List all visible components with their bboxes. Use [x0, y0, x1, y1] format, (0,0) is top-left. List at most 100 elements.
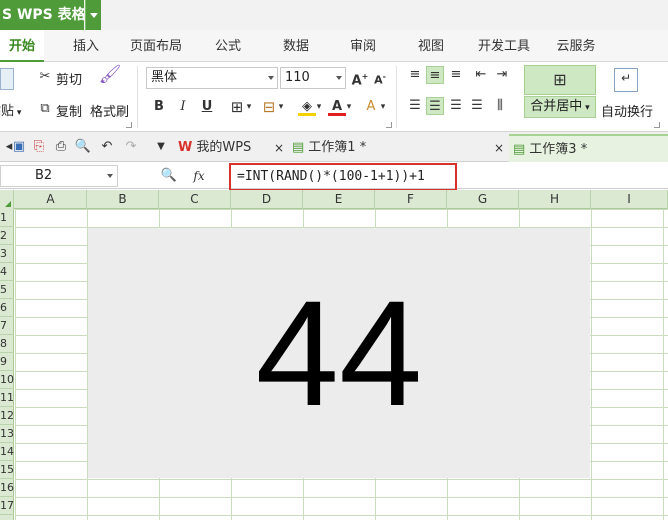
- save-icon[interactable]: ▣: [10, 138, 28, 156]
- app-menu-dropdown-icon[interactable]: [85, 0, 101, 30]
- cut-button[interactable]: 剪切: [56, 69, 82, 88]
- select-all-corner[interactable]: [0, 190, 14, 209]
- undo-icon[interactable]: ↶: [98, 138, 116, 156]
- row-header[interactable]: 10: [0, 371, 14, 389]
- distributed-align-icon[interactable]: ⫼: [491, 97, 509, 115]
- column-header[interactable]: E: [303, 190, 375, 209]
- align-center-icon[interactable]: ☰: [426, 97, 444, 115]
- decrease-font-icon[interactable]: A-: [371, 68, 389, 87]
- merge-dropdown-icon[interactable]: ▾: [276, 98, 286, 116]
- align-top-icon[interactable]: ≡: [406, 66, 424, 84]
- row-header[interactable]: 11: [0, 389, 14, 407]
- align-right-icon[interactable]: ☰: [447, 97, 465, 115]
- justify-icon[interactable]: ☰: [468, 97, 486, 115]
- quick-access-dropdown-icon[interactable]: ▼: [152, 138, 170, 156]
- wrap-text-button[interactable]: 自动换行: [601, 101, 653, 120]
- underline-icon[interactable]: U: [198, 98, 216, 116]
- row-header[interactable]: 1: [0, 209, 14, 227]
- tab-home[interactable]: 开始: [0, 30, 44, 62]
- font-name-select[interactable]: 黑体: [146, 67, 278, 89]
- borders-dropdown-icon[interactable]: ▾: [244, 98, 254, 116]
- column-header[interactable]: A: [15, 190, 87, 209]
- wps-logo-icon: W: [178, 140, 193, 155]
- merge-center-button[interactable]: 合并居中 ▾: [524, 96, 596, 118]
- print-icon[interactable]: ⎙: [52, 138, 70, 156]
- column-header[interactable]: I: [591, 190, 668, 209]
- menu-bar: 开始 插入 页面布局 公式 数据 审阅 视图 开发工具 云服务: [0, 30, 668, 62]
- italic-icon[interactable]: I: [174, 98, 192, 116]
- tab-my-wps[interactable]: W 我的WPS ×: [178, 134, 290, 162]
- formula-bar: B2 🔍 fx =INT(RAND()*(100-1+1))+1: [0, 163, 668, 191]
- row-header[interactable]: 4: [0, 263, 14, 281]
- close-icon[interactable]: ×: [494, 134, 504, 162]
- name-box[interactable]: B2: [0, 165, 118, 187]
- bold-icon[interactable]: B: [150, 98, 168, 116]
- column-header[interactable]: H: [519, 190, 591, 209]
- column-header[interactable]: D: [231, 190, 303, 209]
- row-header[interactable]: 8: [0, 335, 14, 353]
- row-header[interactable]: 13: [0, 425, 14, 443]
- column-header-row: A B C D E F G H I: [0, 190, 668, 209]
- column-header[interactable]: G: [447, 190, 519, 209]
- font-color-dropdown-icon[interactable]: ▾: [344, 98, 354, 116]
- tab-view[interactable]: 视图: [409, 30, 453, 62]
- row-header[interactable]: 7: [0, 317, 14, 335]
- wrap-text-icon[interactable]: ↵: [614, 68, 638, 92]
- row-header[interactable]: 14: [0, 443, 14, 461]
- copy-icon[interactable]: ⧉: [36, 100, 54, 118]
- fill-color-dropdown-icon[interactable]: ▾: [314, 98, 324, 116]
- column-header[interactable]: F: [375, 190, 447, 209]
- row-header[interactable]: 17: [0, 497, 14, 515]
- export-pdf-icon[interactable]: ⎘: [30, 138, 48, 156]
- document-tab-strip: ◂ ▣ ⎘ ⎙ 🔍 ↶ ↷ ▼ W 我的WPS × ▤ 工作簿1 * × ▤ 工作簿3…: [0, 132, 668, 162]
- row-header[interactable]: 3: [0, 245, 14, 263]
- format-painter-button[interactable]: 格式刷: [90, 101, 129, 120]
- tab-developer[interactable]: 开发工具: [472, 30, 536, 62]
- column-header[interactable]: C: [159, 190, 231, 209]
- cell-value: 44: [255, 269, 423, 437]
- paste-button[interactable]: 粘贴 ▾: [0, 100, 21, 119]
- tab-workbook-3[interactable]: ▤ 工作簿3 *: [509, 134, 668, 162]
- clipboard-group-launcher-icon[interactable]: [126, 122, 132, 128]
- align-left-icon[interactable]: ☰: [406, 97, 424, 115]
- row-header[interactable]: 6: [0, 299, 14, 317]
- align-middle-icon[interactable]: ≡: [426, 66, 444, 84]
- font-size-select[interactable]: 110: [280, 67, 346, 89]
- tab-insert[interactable]: 插入: [64, 30, 108, 62]
- redo-icon[interactable]: ↷: [122, 138, 140, 156]
- formula-input[interactable]: =INT(RAND()*(100-1+1))+1: [229, 163, 457, 191]
- row-header[interactable]: 15: [0, 461, 14, 479]
- tab-cloud[interactable]: 云服务: [550, 30, 602, 62]
- close-icon[interactable]: ×: [274, 134, 284, 162]
- align-bottom-icon[interactable]: ≡: [447, 66, 465, 84]
- app-menu-button[interactable]: S WPS 表格: [0, 0, 84, 30]
- copy-button[interactable]: 复制: [56, 101, 82, 120]
- row-header[interactable]: 12: [0, 407, 14, 425]
- insert-function-icon[interactable]: fx: [190, 167, 208, 185]
- tab-review[interactable]: 审阅: [341, 30, 385, 62]
- group-divider: [137, 66, 138, 128]
- tab-data[interactable]: 数据: [274, 30, 318, 62]
- font-group-launcher-icon[interactable]: [386, 122, 392, 128]
- sheet-file-icon: ▤: [513, 142, 526, 157]
- increase-font-icon[interactable]: A+: [351, 68, 369, 88]
- row-header[interactable]: 9: [0, 353, 14, 371]
- tab-formulas[interactable]: 公式: [206, 30, 250, 62]
- row-header[interactable]: 2: [0, 227, 14, 245]
- scissors-icon[interactable]: ✂: [36, 68, 54, 86]
- increase-indent-icon[interactable]: ⇥: [493, 66, 511, 84]
- print-preview-icon[interactable]: 🔍: [74, 138, 92, 156]
- paste-icon[interactable]: [0, 68, 14, 90]
- tab-workbook-1[interactable]: ▤ 工作簿1 * ×: [292, 134, 508, 162]
- format-painter-icon[interactable]: 🖌: [98, 66, 122, 90]
- zoom-icon[interactable]: 🔍: [160, 167, 178, 185]
- column-header[interactable]: B: [87, 190, 159, 209]
- clear-format-dropdown-icon[interactable]: ▾: [378, 98, 388, 116]
- alignment-group-launcher-icon[interactable]: [654, 122, 660, 128]
- merge-center-icon[interactable]: ⊞: [524, 65, 596, 95]
- row-header-column: 1 2 3 4 5 6 7 8 9 10 11 12 13 14 15 16 1…: [0, 209, 14, 520]
- row-header[interactable]: 5: [0, 281, 14, 299]
- decrease-indent-icon[interactable]: ⇤: [472, 66, 490, 84]
- row-header[interactable]: 16: [0, 479, 14, 497]
- tab-page-layout[interactable]: 页面布局: [124, 30, 188, 62]
